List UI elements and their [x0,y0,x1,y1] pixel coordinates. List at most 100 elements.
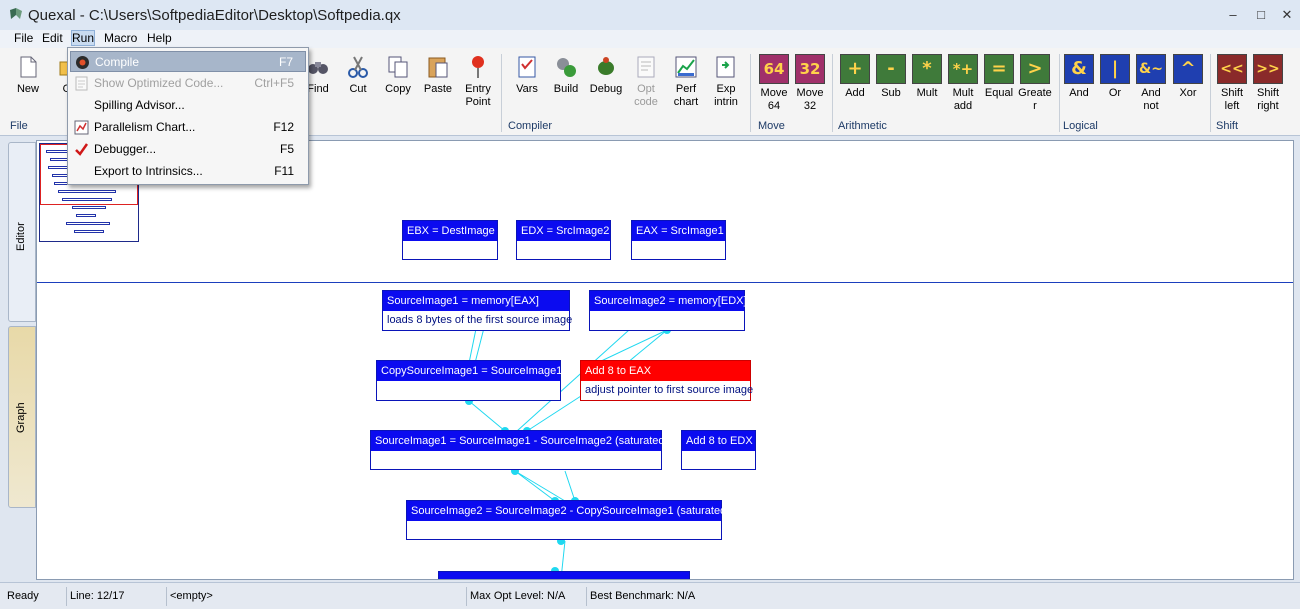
graph-node-header-cut [439,572,689,579]
menu-bar: File Edit Run Macro Help [0,30,1300,48]
restore-icon[interactable]: □ [1250,6,1272,24]
menu-item-export-intrinsics[interactable]: Export to Intrinsics... F11 [70,161,306,182]
shift-left-label-1: Shift [1220,87,1243,99]
perf-chart-button[interactable]: Perf chart [666,54,706,109]
move32-label-1: Move [796,87,824,99]
mult-label: Mult [916,87,938,99]
status-empty: <empty> [166,587,466,606]
and-not-icon: &~ [1136,54,1166,84]
graph-node[interactable]: Add 8 to EDX [681,430,756,470]
entry-point-label-2: Point [465,96,491,108]
mult-add-button[interactable]: *+ Mult add [943,54,983,113]
mult-add-icon: *+ [948,54,978,84]
move-group-label: Move [758,120,785,132]
copy-icon [388,56,408,78]
xor-button[interactable]: ^ Xor [1168,54,1208,100]
graph-node-header: SourceImage2 = SourceImage2 - CopySource… [407,501,730,521]
graph-node-header: CopySourceImage1 = SourceImage1 [377,361,562,381]
title-bar: Quexal - C:\Users\SoftpediaEditor\Deskto… [0,0,1300,30]
tab-editor[interactable]: Editor [8,142,36,322]
add-label: Add [845,87,865,99]
and-not-button[interactable]: &~ And not [1131,54,1171,113]
entry-point-label-1: Entry [465,83,491,95]
menu-macro[interactable]: Macro [104,31,137,45]
status-bar: Ready Line: 12/17 <empty> Max Opt Level:… [0,582,1300,609]
paste-button[interactable]: Paste [418,54,458,96]
menu-item-shortcut: F7 [278,55,293,69]
menu-item-parallelism-chart[interactable]: Parallelism Chart... F12 [70,117,306,138]
graph-node[interactable]: SourceImage1 = memory[EAX] loads 8 bytes… [382,290,572,331]
graph-node[interactable]: SourceImage2 = memory[EDX] [589,290,747,331]
cut-button[interactable]: Cut [338,54,378,96]
menu-item-compile[interactable]: Compile F7 [70,51,306,72]
graph-node[interactable]: CopySourceImage1 = SourceImage1 [376,360,562,401]
tab-graph[interactable]: Graph [8,326,36,508]
separator [750,54,751,132]
graph-node[interactable]: EAX = SrcImage1 [631,220,726,260]
and-button[interactable]: & And [1059,54,1099,100]
shift-left-button[interactable]: << Shift left [1212,54,1252,113]
or-label: Or [1108,87,1122,99]
equal-icon: = [984,54,1014,84]
status-max-opt: Max Opt Level: N/A [466,587,586,606]
vars-button[interactable]: Vars [507,54,547,96]
opt-code-label-2: code [634,96,658,108]
greater-button[interactable]: > Greate r [1015,54,1055,113]
mult-add-label-1: Mult [952,87,974,99]
graph-node-partial[interactable] [438,571,690,579]
exp-intrin-label-2: intrin [714,96,738,108]
menu-help[interactable]: Help [147,31,172,45]
greater-label-1: Greate [1018,87,1052,99]
new-button[interactable]: New [8,54,48,96]
shift-right-label-1: Shift [1256,87,1279,99]
greater-label-2: r [1033,100,1037,112]
pushpin-icon [472,56,484,78]
minimize-icon[interactable]: – [1222,6,1244,24]
and-label: And [1069,87,1089,99]
graph-node-selected[interactable]: Add 8 to EAX adjust pointer to first sou… [580,360,754,401]
graph-node[interactable]: SourceImage2 = SourceImage2 - CopySource… [406,500,730,540]
move32-button[interactable]: 32 Move 32 [790,54,830,113]
move64-button[interactable]: 64 Move 64 [754,54,794,113]
find-label: Find [307,83,329,95]
run-menu-dropdown: Compile F7 Show Optimized Code... Ctrl+F… [67,47,309,185]
menu-item-spilling-advisor[interactable]: Spilling Advisor... [70,95,306,116]
paste-label: Paste [423,83,453,95]
shift-right-icon: >> [1253,54,1283,84]
move64-label-2: 64 [767,100,781,112]
opt-code-button[interactable]: Opt code [626,54,666,109]
shift-group-label: Shift [1216,120,1239,132]
checkmark-icon [75,143,89,156]
or-button[interactable]: | Or [1095,54,1135,100]
graph-node-comment: adjust pointer to first source image [585,384,754,396]
and-not-label-2: not [1143,100,1159,112]
entry-point-button[interactable]: Entry Point [458,54,498,109]
sub-button[interactable]: - Sub [871,54,911,100]
exp-intrin-button[interactable]: Exp intrin [706,54,746,109]
shift-right-button[interactable]: >> Shift right [1248,54,1288,113]
status-state: Ready [7,590,39,602]
xor-icon: ^ [1173,54,1203,84]
equal-label: Equal [984,87,1014,99]
menu-run[interactable]: Run [70,30,96,46]
add-button[interactable]: + Add [835,54,875,100]
arithmetic-group-label: Arithmetic [838,120,887,132]
menu-item-shortcut: F12 [273,120,294,134]
menu-item-label: Show Optimized Code... [94,76,224,90]
move64-icon: 64 [759,54,789,84]
menu-item-label: Export to Intrinsics... [94,164,203,178]
build-button[interactable]: Build [546,54,586,96]
equal-button[interactable]: = Equal [979,54,1019,100]
debug-button[interactable]: Debug [586,54,626,96]
close-icon[interactable]: ✕ [1276,6,1298,24]
menu-item-debugger[interactable]: Debugger... F5 [70,139,306,160]
copy-button[interactable]: Copy [378,54,418,96]
graph-canvas[interactable]: EBX = DestImage EDX = SrcImage2 EAX = Sr… [36,140,1294,580]
mult-button[interactable]: * Mult [907,54,947,100]
menu-item-show-optimized-code[interactable]: Show Optimized Code... Ctrl+F5 [70,73,306,94]
graph-node[interactable]: EBX = DestImage [402,220,498,260]
menu-edit[interactable]: Edit [42,31,63,45]
menu-file[interactable]: File [14,31,33,45]
graph-node[interactable]: SourceImage1 = SourceImage1 - SourceImag… [370,430,668,470]
graph-node[interactable]: EDX = SrcImage2 [516,220,611,260]
